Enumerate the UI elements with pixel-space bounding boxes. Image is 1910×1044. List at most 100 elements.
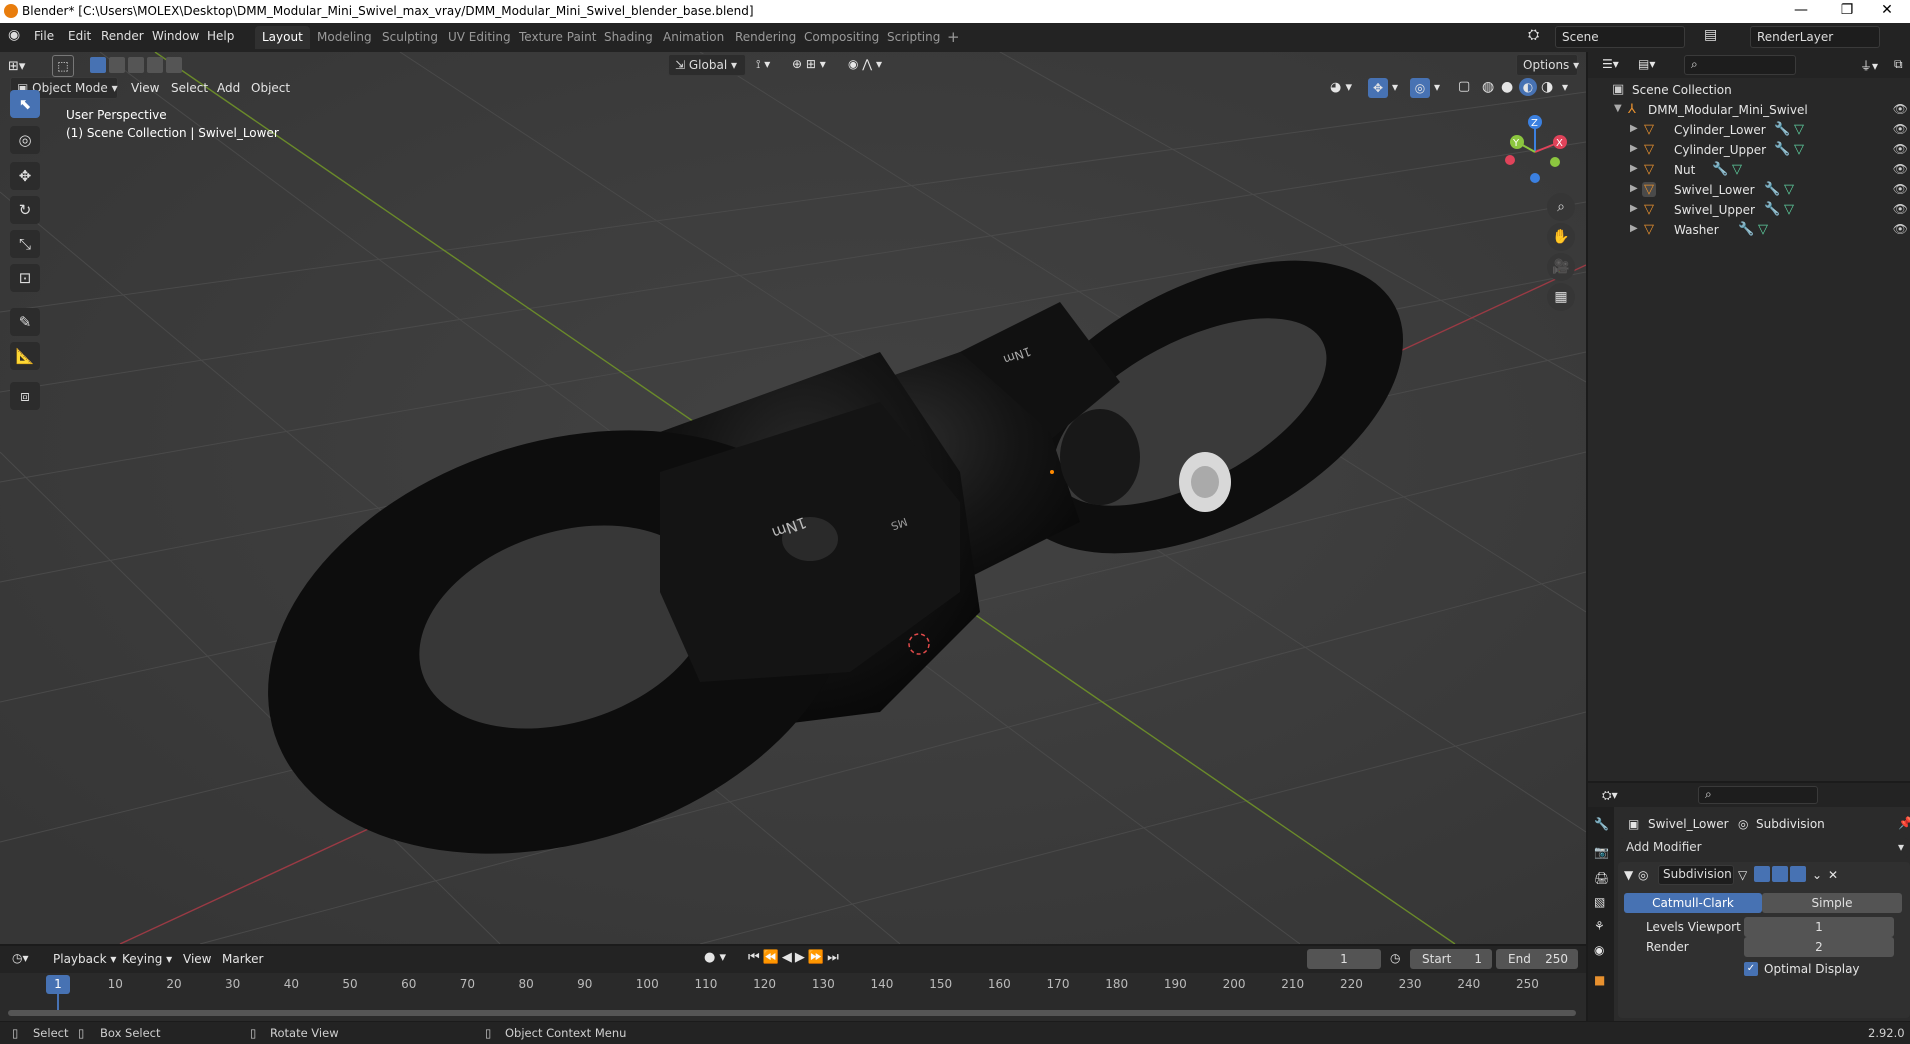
new-collection-icon[interactable]: ⧉ bbox=[1894, 57, 1903, 72]
shading-dropdown-icon[interactable]: ▾ bbox=[1562, 80, 1568, 94]
select-mode-difference-icon[interactable] bbox=[147, 57, 163, 73]
cage-toggle-icon[interactable] bbox=[1754, 866, 1770, 882]
outliner-row-object[interactable]: ▶ ▽ Nut 🔧 ▽ 👁 bbox=[1588, 160, 1910, 180]
tool-select-icon[interactable]: ⬚ bbox=[52, 55, 74, 77]
modifier-wrench-icon[interactable]: 🔧 bbox=[1764, 202, 1780, 217]
tab-scripting[interactable]: Scripting bbox=[880, 26, 947, 49]
object-tab-icon[interactable]: ■ bbox=[1594, 973, 1605, 987]
catmull-clark-button[interactable]: Catmull-Clark bbox=[1624, 893, 1762, 913]
modifier-wrench-icon[interactable]: 🔧 bbox=[1712, 162, 1728, 177]
render-tab-icon[interactable]: 📷 bbox=[1594, 845, 1609, 859]
transform-tool[interactable]: ⊡ bbox=[10, 264, 40, 292]
optimal-display-checkbox[interactable]: ✓ bbox=[1744, 962, 1758, 976]
move-tool[interactable]: ✥ bbox=[10, 162, 40, 190]
shading-solid-icon[interactable]: ● bbox=[1501, 79, 1513, 95]
render-levels-field[interactable]: 2 bbox=[1744, 937, 1894, 957]
ortho-toggle-icon[interactable]: ▦ bbox=[1547, 283, 1575, 311]
remove-modifier-icon[interactable]: ✕ bbox=[1828, 868, 1838, 882]
options-dropdown[interactable]: Options ▾ bbox=[1516, 54, 1579, 76]
blender-menu-icon[interactable]: ◉ bbox=[8, 27, 20, 43]
viewport-menu-select[interactable]: Select bbox=[171, 81, 208, 95]
start-frame-field[interactable]: Start 1 bbox=[1410, 949, 1492, 969]
timeline-menu-keying[interactable]: Keying ▾ bbox=[122, 952, 172, 966]
outliner-row-scene-collection[interactable]: ▣ Scene Collection bbox=[1588, 80, 1910, 100]
expand-toggle-icon[interactable]: ▶ bbox=[1630, 203, 1638, 214]
scale-tool[interactable]: ⤡ bbox=[10, 230, 40, 258]
expand-toggle-icon[interactable]: ▶ bbox=[1630, 223, 1638, 234]
mesh-data-icon[interactable]: ▽ bbox=[1794, 122, 1804, 137]
pan-hand-icon[interactable]: ✋ bbox=[1547, 223, 1575, 251]
tab-layout[interactable]: Layout bbox=[255, 26, 310, 49]
outliner-row-object[interactable]: ▶ ▽ Swivel_Upper 🔧 ▽ 👁 bbox=[1588, 200, 1910, 220]
expand-toggle-icon[interactable]: ▶ bbox=[1630, 123, 1638, 134]
preview-range-icon[interactable]: ◷ bbox=[1390, 951, 1400, 965]
output-tab-icon[interactable]: 🖨 bbox=[1594, 871, 1609, 885]
outliner-row-object-active[interactable]: ▶ ▽ Swivel_Lower 🔧 ▽ 👁 bbox=[1588, 180, 1910, 200]
levels-viewport-field[interactable]: 1 bbox=[1744, 917, 1894, 937]
view-layer-tab-icon[interactable]: ▧ bbox=[1594, 895, 1605, 909]
add-cube-tool[interactable]: ⧈ bbox=[10, 382, 40, 410]
shading-wireframe-icon[interactable]: ◍ bbox=[1482, 79, 1494, 95]
viewport-toggle-icon[interactable] bbox=[1772, 866, 1788, 882]
record-keyframe-icon[interactable]: ● ▾ bbox=[704, 950, 726, 965]
measure-tool[interactable]: 📐 bbox=[10, 342, 40, 370]
3d-viewport[interactable]: 1Nm MS 1Nm ⊞▾ ⬚ ⇲ Global ▾ ⟟ ▾ ⊕ ⊞ ▾ ◉ ⋀… bbox=[0, 52, 1586, 944]
mesh-data-icon[interactable]: ▽ bbox=[1784, 182, 1794, 197]
viewport-scene[interactable]: 1Nm MS 1Nm bbox=[0, 52, 1586, 944]
properties-editor-icon[interactable]: ⛭▾ bbox=[1602, 788, 1618, 803]
modifier-menu-icon[interactable]: ⌄ bbox=[1812, 868, 1822, 882]
expand-toggle-icon[interactable]: ▶ bbox=[1630, 183, 1638, 194]
timeline-scrollbar[interactable] bbox=[8, 1010, 1576, 1016]
visibility-eye-icon[interactable]: 👁 bbox=[1893, 222, 1908, 236]
menu-file[interactable]: File bbox=[34, 29, 54, 43]
collapse-toggle-icon[interactable]: ▼ bbox=[1624, 868, 1633, 882]
viewport-menu-object[interactable]: Object bbox=[251, 81, 290, 95]
menu-window[interactable]: Window bbox=[152, 29, 199, 43]
tab-sculpting[interactable]: Sculpting bbox=[375, 26, 445, 49]
timeline-menu-view[interactable]: View bbox=[183, 952, 211, 966]
rotate-tool[interactable]: ↻ bbox=[10, 196, 40, 224]
menu-edit[interactable]: Edit bbox=[68, 29, 91, 43]
gizmo-toggle-icon[interactable]: ✥ bbox=[1368, 78, 1388, 98]
visibility-icon[interactable]: ◕ ▾ bbox=[1330, 80, 1352, 95]
overlay-dropdown-icon[interactable]: ▾ bbox=[1434, 80, 1440, 94]
minimize-button[interactable]: — bbox=[1778, 2, 1824, 22]
snap-icon[interactable]: ⊕ ⊞ ▾ bbox=[792, 57, 826, 71]
scene-browse-icon[interactable]: ⛭ bbox=[1528, 27, 1539, 43]
add-modifier-dropdown[interactable]: Add Modifier ▾ bbox=[1620, 838, 1908, 858]
mesh-data-icon[interactable]: ▽ bbox=[1794, 142, 1804, 157]
timeline-editor-icon[interactable]: ◷▾ bbox=[12, 951, 29, 965]
shading-material-icon[interactable]: ◐ bbox=[1519, 78, 1537, 96]
select-mode-new-icon[interactable] bbox=[90, 57, 106, 73]
filter-icon[interactable]: ⏚▾ bbox=[1860, 57, 1878, 74]
tab-rendering[interactable]: Rendering bbox=[728, 26, 803, 49]
outliner-editor-icon[interactable]: ☰▾ bbox=[1602, 57, 1619, 71]
visibility-eye-icon[interactable]: 👁 bbox=[1893, 162, 1908, 176]
viewport-menu-add[interactable]: Add bbox=[217, 81, 240, 95]
expand-toggle-icon[interactable]: ▶ bbox=[1630, 143, 1638, 154]
timeline-menu-marker[interactable]: Marker bbox=[222, 952, 263, 966]
expand-toggle-icon[interactable]: ▶ bbox=[1630, 163, 1638, 174]
visibility-eye-icon[interactable]: 👁 bbox=[1893, 142, 1908, 156]
timeline-menu-playback[interactable]: Playback ▾ bbox=[53, 952, 116, 966]
outliner-row-collection[interactable]: ▼ ⅄ DMM_Modular_Mini_Swivel 👁 bbox=[1588, 100, 1910, 120]
scene-field[interactable]: Scene bbox=[1555, 26, 1685, 48]
orientation-dropdown[interactable]: ⇲ Global ▾ bbox=[668, 54, 746, 76]
tab-texture-paint[interactable]: Texture Paint bbox=[512, 26, 603, 49]
visibility-eye-icon[interactable]: 👁 bbox=[1893, 122, 1908, 136]
outliner-row-object[interactable]: ▶ ▽ Washer 🔧 ▽ 👁 bbox=[1588, 220, 1910, 240]
editmode-toggle-icon[interactable]: ▽ bbox=[1738, 868, 1747, 882]
select-mode-extend-icon[interactable] bbox=[109, 57, 125, 73]
tab-animation[interactable]: Animation bbox=[656, 26, 731, 49]
tab-compositing[interactable]: Compositing bbox=[797, 26, 886, 49]
modifier-wrench-icon[interactable]: 🔧 bbox=[1738, 222, 1754, 237]
outliner-row-object[interactable]: ▶ ▽ Cylinder_Lower 🔧 ▽ 👁 bbox=[1588, 120, 1910, 140]
xray-toggle-icon[interactable]: ▢ bbox=[1458, 79, 1470, 94]
proportional-edit-icon[interactable]: ◉ ⋀ ▾ bbox=[848, 57, 882, 71]
visibility-eye-icon[interactable]: 👁 bbox=[1893, 102, 1908, 116]
renderlayer-browse-icon[interactable]: ▤ bbox=[1704, 27, 1717, 43]
current-frame-field[interactable]: 1 bbox=[1307, 949, 1381, 969]
viewport-menu-view[interactable]: View bbox=[131, 81, 159, 95]
gizmo-dropdown-icon[interactable]: ▾ bbox=[1392, 80, 1398, 94]
select-box-tool[interactable]: ⬉ bbox=[10, 90, 40, 118]
